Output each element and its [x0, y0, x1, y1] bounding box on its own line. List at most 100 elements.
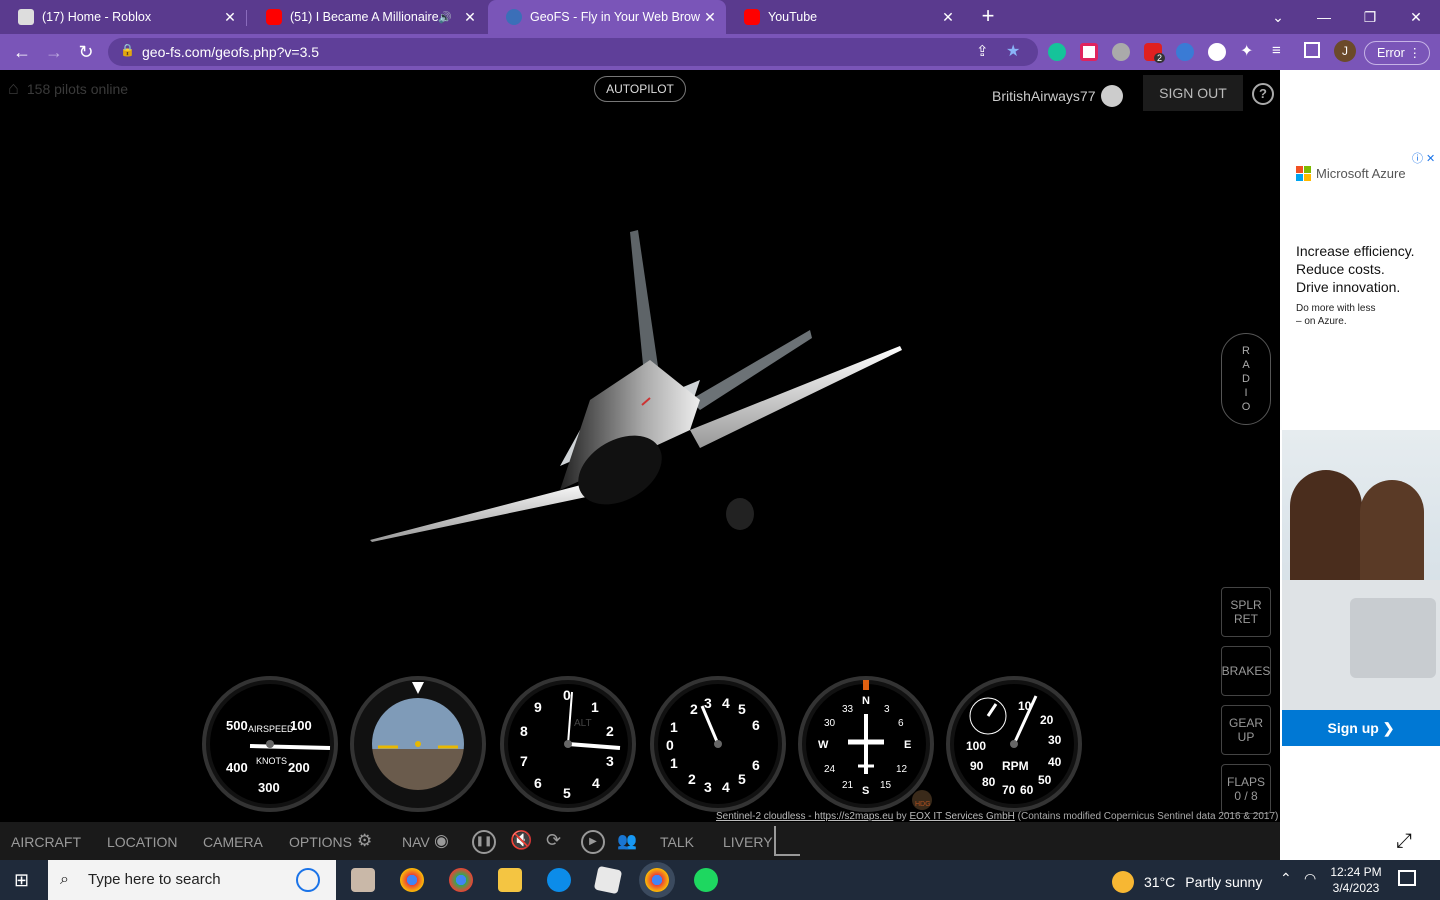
- players-icon[interactable]: 👥: [617, 831, 637, 851]
- help-icon[interactable]: ?: [1252, 83, 1274, 105]
- chrome-profile-icon[interactable]: [449, 868, 473, 892]
- edge-icon[interactable]: [547, 868, 571, 892]
- brakes-button[interactable]: BRAKES: [1221, 646, 1271, 696]
- tab-roblox[interactable]: (17) Home - Roblox ✕: [0, 0, 246, 34]
- extension-icon[interactable]: [1208, 43, 1226, 61]
- heading-tick: E: [904, 739, 911, 751]
- autopilot-button[interactable]: AUTOPILOT: [594, 76, 686, 102]
- pause-icon[interactable]: ❚❚: [472, 830, 496, 854]
- chevron-up-icon[interactable]: ⌃: [1280, 870, 1292, 887]
- edge-extension-icon[interactable]: [1176, 43, 1194, 61]
- share-icon[interactable]: ⇪: [976, 42, 989, 60]
- talk-menu[interactable]: TALK: [660, 834, 694, 850]
- gear-icon[interactable]: ⚙: [357, 831, 372, 851]
- bookmark-star-icon[interactable]: ★: [1006, 41, 1020, 61]
- spotify-icon[interactable]: [694, 868, 718, 892]
- media-queue-icon[interactable]: ≡: [1272, 42, 1281, 59]
- tab-search-icon[interactable]: ⌄: [1258, 4, 1298, 30]
- tab-title: (51) I Became A Millionaire A: [290, 10, 439, 24]
- airspeed-tick: 300: [258, 780, 280, 795]
- reload-button[interactable]: ↻: [74, 40, 98, 64]
- airspeed-tick: 200: [288, 760, 310, 775]
- livery-logo-icon[interactable]: [774, 826, 800, 856]
- compass-icon[interactable]: ◉: [434, 831, 449, 851]
- clock-date: 3/4/2023: [1332, 881, 1380, 895]
- puzzle-icon[interactable]: ✦: [1240, 41, 1253, 61]
- sentinel-link[interactable]: Sentinel-2 cloudless - https://s2maps.eu: [716, 811, 893, 822]
- restore-button[interactable]: ❐: [1350, 4, 1390, 30]
- pocket-extension-icon[interactable]: [1080, 43, 1098, 61]
- extension-icon[interactable]: [1112, 43, 1130, 61]
- gear-button[interactable]: GEAR UP: [1221, 705, 1271, 755]
- reset-icon[interactable]: ⟳: [546, 830, 561, 851]
- tab-geofs[interactable]: GeoFS - Fly in Your Web Browser ✕: [488, 0, 726, 34]
- credits-rest: (Contains modified Copernicus Sentinel d…: [1017, 811, 1279, 822]
- vsi-tick: 2: [688, 771, 696, 787]
- altimeter-tick: 5: [563, 785, 571, 801]
- tab-youtube[interactable]: YouTube ✕: [726, 0, 964, 34]
- taskbar-search-box[interactable]: ⌕ Type here to search: [48, 860, 336, 900]
- flaps-button[interactable]: FLAPS 0 / 8: [1221, 764, 1271, 814]
- windows-start-icon[interactable]: ⊞: [14, 870, 29, 891]
- expand-icon[interactable]: ⤢: [1396, 830, 1412, 853]
- profile-avatar[interactable]: J: [1334, 40, 1356, 62]
- radio-letter: D: [1242, 373, 1250, 385]
- roblox-app-icon[interactable]: [593, 865, 623, 895]
- livery-menu[interactable]: LIVERY: [723, 834, 773, 850]
- wifi-icon[interactable]: ◠: [1304, 870, 1316, 887]
- adchoices-icon[interactable]: ⓘ ✕: [1412, 150, 1435, 166]
- altimeter-tick: 2: [606, 723, 614, 739]
- weather-widget[interactable]: 31°C Partly sunny: [1112, 871, 1262, 893]
- close-icon[interactable]: ✕: [700, 9, 720, 26]
- vsi-tick: 4: [722, 779, 730, 795]
- bing-icon[interactable]: [296, 868, 320, 892]
- ad-headline: Increase efficiency. Reduce costs. Drive…: [1296, 242, 1415, 296]
- attitude-indicator: [350, 676, 486, 812]
- window-close-button[interactable]: ✕: [1396, 4, 1436, 30]
- url-text[interactable]: geo-fs.com/geofs.php?v=3.5: [142, 44, 319, 60]
- minimize-button[interactable]: —: [1304, 4, 1344, 30]
- close-icon[interactable]: ✕: [938, 9, 958, 26]
- airspeed-label: AIRSPEED: [248, 724, 294, 734]
- chrome-icon[interactable]: [400, 868, 424, 892]
- radio-button[interactable]: R A D I O: [1221, 333, 1271, 425]
- grammarly-extension-icon[interactable]: [1048, 43, 1066, 61]
- radio-letter: I: [1244, 387, 1248, 399]
- new-tab-button[interactable]: +: [976, 5, 1000, 29]
- back-button[interactable]: ←: [10, 40, 34, 64]
- home-icon[interactable]: ⌂: [8, 78, 19, 99]
- play-icon[interactable]: ▶: [581, 830, 605, 854]
- close-icon[interactable]: ✕: [220, 9, 240, 26]
- tab-youtube-video[interactable]: (51) I Became A Millionaire A 🔊 ✕: [248, 0, 486, 34]
- notification-icon[interactable]: [1398, 870, 1416, 886]
- location-menu[interactable]: LOCATION: [107, 834, 178, 850]
- ad-signup-button[interactable]: Sign up ❯: [1282, 710, 1440, 746]
- address-bar[interactable]: 🔒 geo-fs.com/geofs.php?v=3.5 ⇪ ★: [108, 38, 1038, 66]
- chrome-active-icon[interactable]: [645, 868, 669, 892]
- taskbar-clock[interactable]: 12:24 PM 3/4/2023: [1328, 864, 1384, 896]
- instrument-panel: 500 100 400 200 300 AIRSPEED KNOTS 0 1 2…: [202, 676, 1082, 812]
- spoilers-button[interactable]: SPLR RET: [1221, 587, 1271, 637]
- ad-panel[interactable]: ⓘ ✕ Microsoft Azure Increase efficiency.…: [1280, 70, 1440, 860]
- nav-menu[interactable]: NAV: [402, 834, 430, 850]
- lock-icon[interactable]: 🔒: [120, 43, 135, 57]
- eox-link[interactable]: EOX IT Services GmbH: [909, 811, 1014, 822]
- geofs-viewport[interactable]: ⌂ 158 pilots online AUTOPILOT BritishAir…: [0, 70, 1280, 860]
- error-button[interactable]: Error ⋮: [1364, 41, 1430, 65]
- user-account-icon[interactable]: [1101, 85, 1124, 107]
- altimeter-tick: 7: [520, 753, 528, 769]
- ad-photo[interactable]: [1282, 430, 1440, 710]
- sign-out-button[interactable]: SIGN OUT: [1143, 75, 1243, 111]
- aircraft-menu[interactable]: AIRCRAFT: [11, 834, 81, 850]
- alt-label: ALT: [574, 718, 592, 729]
- mute-icon[interactable]: 🔇: [510, 830, 532, 851]
- forward-button[interactable]: →: [42, 40, 66, 64]
- camera-menu[interactable]: CAMERA: [203, 834, 263, 850]
- side-panel-icon[interactable]: [1304, 42, 1320, 58]
- app-icon[interactable]: [351, 868, 375, 892]
- speaker-icon[interactable]: 🔊: [438, 11, 452, 24]
- file-explorer-icon[interactable]: [498, 868, 522, 892]
- close-icon[interactable]: ✕: [460, 9, 480, 26]
- flaps-line2: 0 / 8: [1234, 789, 1258, 803]
- options-menu[interactable]: OPTIONS: [289, 834, 352, 850]
